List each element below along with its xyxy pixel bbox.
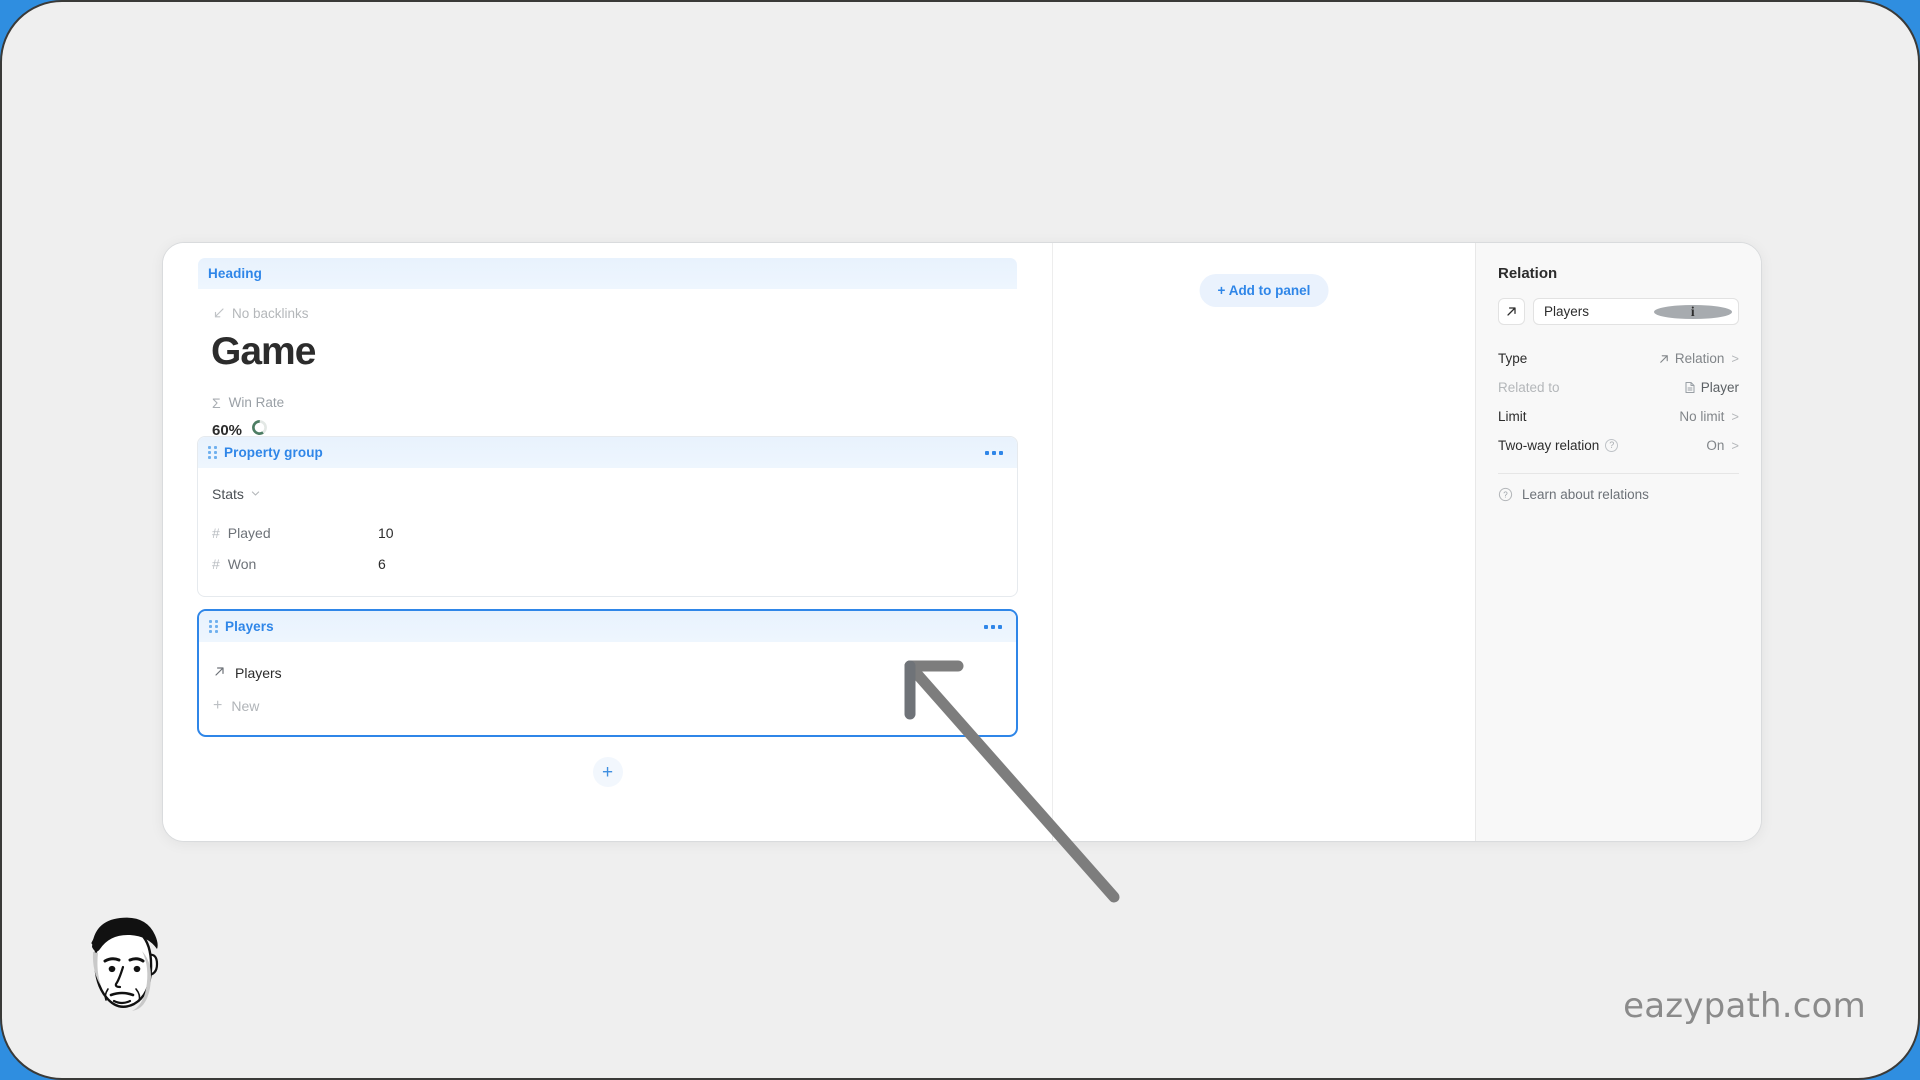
panel-row-label: Related to (1498, 380, 1560, 395)
hash-icon: # (212, 524, 220, 541)
page-title[interactable]: Game (211, 331, 1017, 373)
backlinks-label: No backlinks (232, 306, 309, 321)
middle-column: + Add to panel (1053, 243, 1476, 841)
players-block-label: Players (225, 619, 274, 634)
players-block-more-icon[interactable] (980, 621, 1006, 633)
device-screen: Heading No backlinks Game Σ Win Rate 60%… (0, 0, 1920, 1080)
relation-panel: Relation Players i Type Relation > Relat… (1476, 243, 1761, 841)
drag-handle-icon[interactable] (209, 620, 218, 633)
panel-row-type[interactable]: Type Relation > (1498, 344, 1739, 373)
heading-block-bar[interactable]: Heading (198, 258, 1017, 289)
group-name-row[interactable]: Stats (212, 486, 1017, 502)
formula-label: Win Rate (228, 395, 285, 411)
block-list: Heading No backlinks Game Σ Win Rate 60%… (163, 243, 1052, 787)
panel-row-value-wrap: On > (1706, 438, 1739, 453)
add-new-row[interactable]: + New (213, 691, 1016, 721)
panel-row-value: On (1706, 438, 1725, 453)
add-block-wrapper: + (197, 757, 1018, 787)
panel-row-value: Player (1700, 380, 1739, 395)
panel-row-two-way-relation[interactable]: Two-way relation ? On > (1498, 431, 1739, 460)
players-block-body: Players + New (199, 642, 1016, 735)
avatar (91, 917, 159, 1011)
learn-label: Learn about relations (1522, 487, 1649, 502)
heading-block-body: No backlinks Game Σ Win Rate 60% (198, 289, 1017, 439)
property-value[interactable]: 6 (378, 556, 386, 572)
relation-property-row[interactable]: Players (213, 658, 1016, 688)
panel-row-label: Limit (1498, 409, 1527, 424)
app-window: Heading No backlinks Game Σ Win Rate 60%… (162, 242, 1762, 842)
chevron-right-icon: > (1731, 409, 1739, 424)
drag-handle-icon[interactable] (208, 446, 217, 459)
info-icon[interactable]: i (1653, 304, 1733, 319)
svg-text:?: ? (1503, 491, 1508, 500)
group-name-label: Stats (212, 486, 244, 502)
players-block-bar[interactable]: Players (199, 611, 1016, 642)
relation-name-row: Players i (1498, 298, 1739, 325)
panel-row-value-wrap: Player (1684, 380, 1739, 395)
property-label: Won (227, 555, 257, 572)
property-group-body: Stats # Played 10 # Won 6 (198, 468, 1017, 596)
relation-label: Players (235, 665, 282, 681)
editor-column: Heading No backlinks Game Σ Win Rate 60%… (163, 243, 1053, 841)
panel-row-value-wrap: Relation > (1658, 351, 1739, 366)
hash-icon: # (212, 555, 220, 572)
plus-icon: + (213, 697, 223, 714)
property-key-won: # Won (212, 556, 378, 572)
panel-row-label: Two-way relation (1498, 438, 1600, 453)
panel-row-limit[interactable]: Limit No limit > (1498, 402, 1739, 431)
panel-row-value: Relation (1674, 351, 1725, 366)
relation-name-value: Players (1544, 304, 1590, 319)
heading-block[interactable]: Heading No backlinks Game Σ Win Rate 60% (197, 257, 1018, 439)
panel-row-label-wrap: Two-way relation ? (1498, 438, 1619, 453)
chevron-right-icon: > (1731, 351, 1739, 366)
panel-row-label: Type (1498, 351, 1528, 366)
property-label: Played (227, 524, 271, 541)
sigma-icon: Σ (212, 394, 221, 411)
relation-arrow-icon (213, 665, 226, 681)
relation-arrow-icon[interactable] (1498, 298, 1525, 325)
add-to-panel-button[interactable]: + Add to panel (1199, 274, 1329, 307)
property-value[interactable]: 10 (378, 525, 394, 541)
panel-row-value: No limit (1679, 409, 1725, 424)
formula-property-row[interactable]: Σ Win Rate (212, 395, 1017, 410)
property-key-played: # Played (212, 525, 378, 541)
chevron-right-icon: > (1731, 438, 1739, 453)
learn-about-relations-link[interactable]: ? Learn about relations (1498, 487, 1739, 502)
panel-divider (1498, 473, 1739, 474)
panel-row-value-wrap: No limit > (1679, 409, 1739, 424)
property-group-label: Property group (224, 445, 323, 460)
panel-title: Relation (1498, 265, 1558, 282)
relation-arrow-icon (1658, 353, 1670, 365)
table-row[interactable]: # Played 10 (212, 517, 1017, 548)
add-block-button[interactable]: + (592, 757, 623, 787)
property-group-more-icon[interactable] (981, 447, 1007, 459)
new-label: New (231, 698, 260, 714)
table-row[interactable]: # Won 6 (212, 548, 1017, 579)
help-icon[interactable]: ? (1605, 439, 1619, 452)
heading-block-label: Heading (208, 266, 262, 281)
property-group-block[interactable]: Property group Stats # Played 10 # Won 6 (197, 436, 1018, 597)
document-icon (1684, 381, 1696, 394)
players-block[interactable]: Players Players + New (197, 609, 1018, 737)
property-group-bar[interactable]: Property group (198, 437, 1017, 468)
backlink-arrow-icon (212, 307, 225, 320)
watermark: eazypath.com (1623, 986, 1866, 1026)
chevron-down-icon[interactable] (250, 486, 261, 502)
relation-name-input[interactable]: Players i (1533, 298, 1739, 325)
panel-row-related-to: Related to Player (1498, 373, 1739, 402)
backlinks-row[interactable]: No backlinks (212, 306, 1017, 321)
question-circle-icon: ? (1498, 487, 1513, 502)
